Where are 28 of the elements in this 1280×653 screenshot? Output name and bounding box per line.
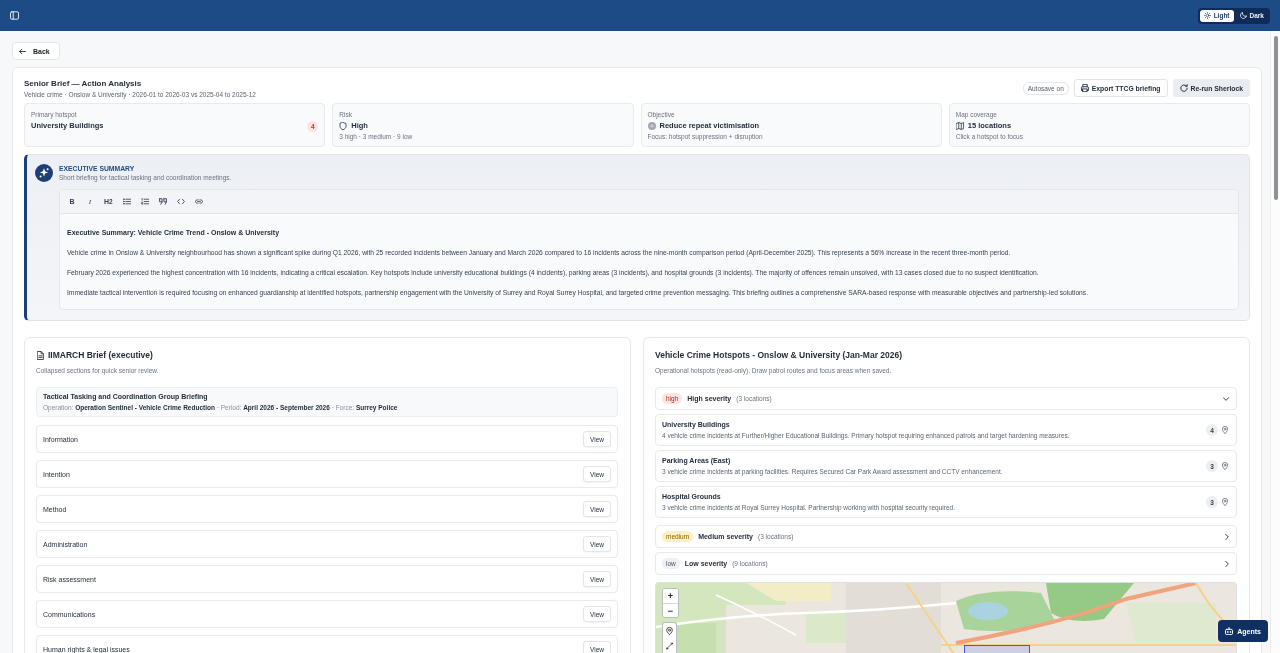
shield-icon <box>339 122 348 130</box>
arrow-left-icon <box>19 47 26 55</box>
moon-icon <box>1239 12 1247 19</box>
sun-icon <box>1203 12 1211 19</box>
sidebar-toggle-icon[interactable] <box>10 11 19 20</box>
pin-icon[interactable] <box>1222 462 1228 470</box>
document-icon <box>37 350 44 360</box>
map-icon <box>955 122 964 130</box>
pin-icon[interactable] <box>1222 426 1228 434</box>
page-title: Senior Brief — Action Analysis <box>24 78 143 90</box>
link-icon[interactable] <box>194 198 203 205</box>
ordered-list-icon[interactable] <box>140 198 149 205</box>
code-icon[interactable] <box>176 198 185 205</box>
card-title: IIMARCH Brief (executive) <box>48 349 153 361</box>
card-title: Vehicle Crime Hotspots - Onslow & University (Jan-Mar 2026) <box>655 349 904 361</box>
polyline-icon[interactable] <box>666 642 673 651</box>
sparkle-icon <box>35 164 53 182</box>
refresh-icon <box>1179 84 1188 92</box>
bot-icon <box>1225 627 1234 635</box>
disc-icon <box>647 122 656 130</box>
pin-icon[interactable] <box>1222 498 1228 506</box>
focus-area-outline <box>964 645 1030 653</box>
pin-icon[interactable] <box>666 626 673 635</box>
bullet-list-icon[interactable] <box>122 198 131 205</box>
zoom-out-button[interactable]: − <box>663 603 678 617</box>
quote-icon[interactable] <box>158 198 167 205</box>
printer-icon <box>1080 84 1089 92</box>
scrollbar-thumb[interactable] <box>1274 36 1278 200</box>
